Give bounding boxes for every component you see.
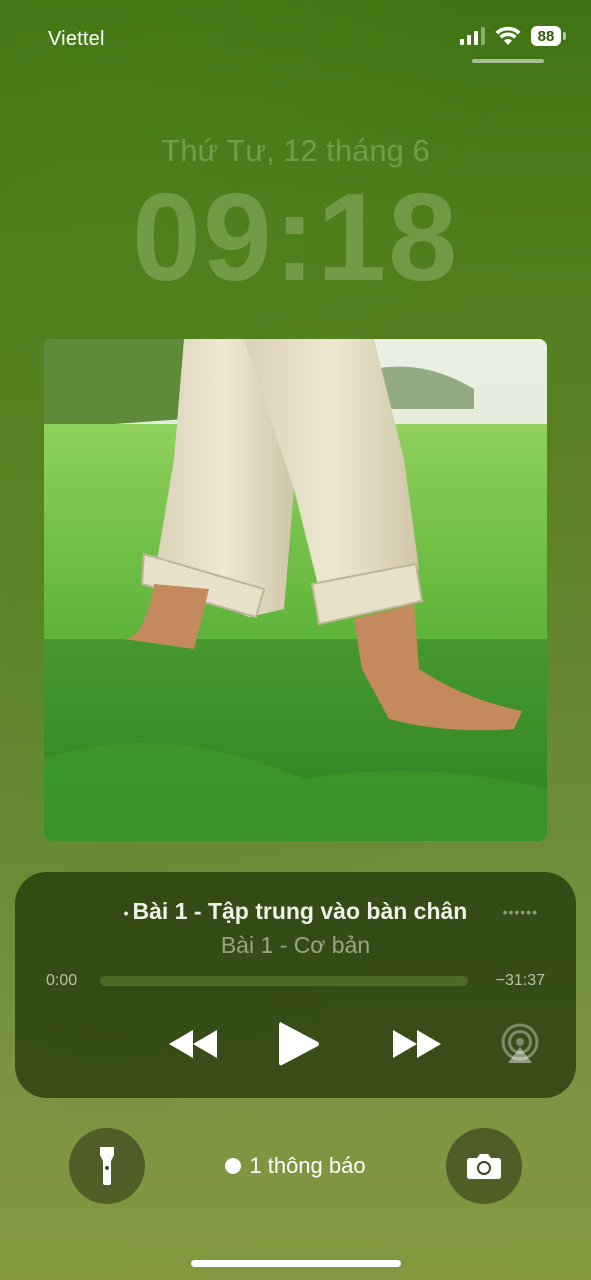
album-artwork	[44, 339, 547, 841]
home-indicator[interactable]	[191, 1260, 401, 1267]
camera-button[interactable]	[446, 1128, 522, 1204]
cellular-signal-icon	[460, 27, 485, 45]
play-button[interactable]	[263, 1016, 335, 1072]
more-dots-icon: ••••••	[502, 904, 538, 920]
notification-text: 1 thông báo	[249, 1153, 366, 1178]
elapsed-time: 0:00	[46, 972, 78, 989]
track-subtitle: Bài 1 - Cơ bản	[220, 932, 371, 958]
wifi-icon	[495, 26, 521, 45]
rewind-button[interactable]	[153, 1022, 233, 1066]
battery-icon: 88	[531, 26, 566, 46]
status-icons: 88	[460, 26, 566, 46]
progress-scrubber[interactable]	[100, 976, 468, 986]
carrier-name: Viettel	[48, 28, 105, 50]
airplay-icon	[501, 1023, 539, 1063]
track-title-text: Bài 1 - Tập trung vào bàn chân	[132, 898, 468, 924]
now-playing-widget[interactable]: • Bài 1 - Tập trung vào bàn chân •••••• B…	[15, 872, 576, 1098]
fast-forward-icon	[393, 1030, 441, 1058]
notification-dot-icon	[225, 1158, 242, 1174]
airplay-button[interactable]	[495, 1020, 545, 1068]
camera-icon	[467, 1154, 501, 1179]
remaining-time: −31:37	[495, 972, 545, 989]
lock-date: Thứ Tư, 12 tháng 6	[161, 133, 430, 168]
track-title[interactable]: • Bài 1 - Tập trung vào bàn chân	[15, 898, 576, 925]
dot-icon: •	[123, 904, 129, 921]
fast-forward-button[interactable]	[377, 1022, 457, 1066]
control-center-indicator[interactable]	[472, 59, 544, 63]
lock-clock: 09:18	[131, 169, 460, 307]
rewind-icon	[169, 1030, 217, 1058]
play-icon	[279, 1022, 319, 1066]
